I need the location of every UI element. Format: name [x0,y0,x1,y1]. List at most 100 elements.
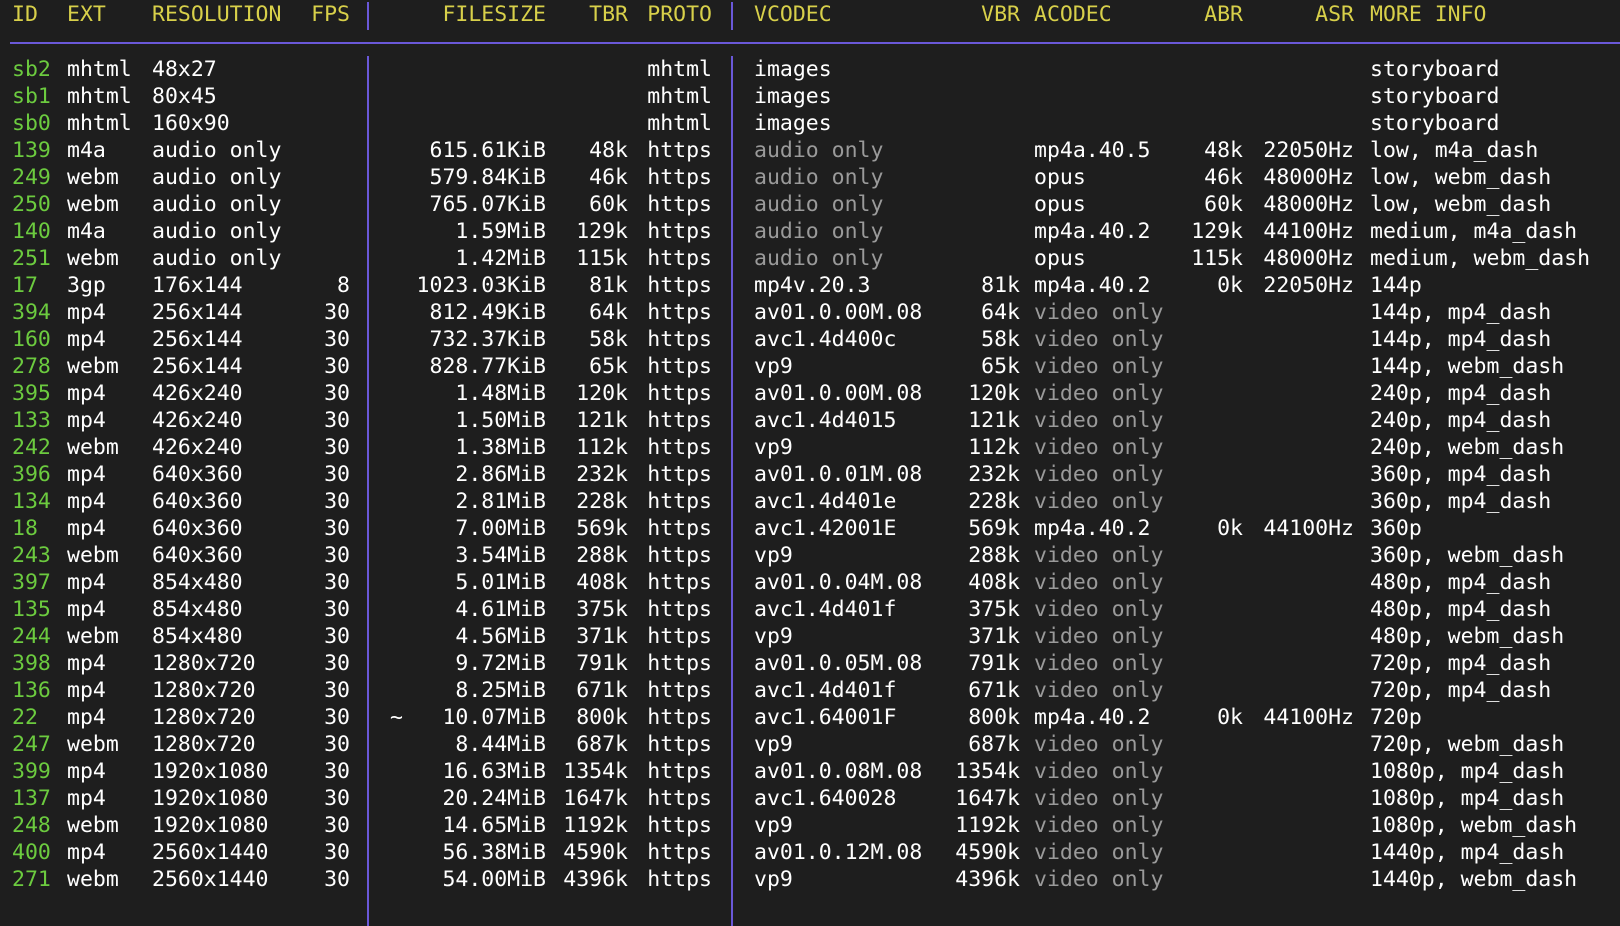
cell-ext: webm [67,732,119,757]
cell-ext: mp4 [67,327,106,352]
table-row: 134 mp4 640x360 30 2.81MiB 228k https avc1.4d40… [0,488,1620,516]
cell-abr: 115k [1191,246,1243,271]
cell-vbr: 791k [968,651,1020,676]
cell-vcodec: avc1.640028 [754,786,897,811]
cell-filesize: 8.44MiB [455,732,546,757]
cell-acodec: video only [1034,327,1164,352]
cell-vcodec: images [754,84,832,109]
cell-more-info: 240p, webm_dash [1370,435,1565,460]
table-row: 398 mp4 1280x720 30 9.72MiB 791k https av01.0.0… [0,650,1620,678]
cell-resolution: 160x90 [152,111,230,136]
cell-abr: 0k [1217,273,1243,298]
table-row: 396 mp4 640x360 30 2.86MiB 232k https av01.0.01… [0,461,1620,489]
cell-acodec: mp4a.40.2 [1034,705,1151,730]
table-row: 400 mp4 2560x1440 30 56.38MiB 4590k https av01.… [0,839,1620,867]
cell-proto: https [647,705,712,730]
cell-more-info: 720p, webm_dash [1370,732,1565,757]
cell-id: 398 [12,651,51,676]
cell-ext: 3gp [67,273,106,298]
table-row: 244 webm 854x480 30 4.56MiB 371k https vp9 371k v… [0,623,1620,651]
cell-id: 18 [12,516,38,541]
cell-acodec: video only [1034,435,1164,460]
cell-fps: 30 [324,408,350,433]
cell-ext: mp4 [67,759,106,784]
cell-proto: https [647,246,712,271]
cell-vcodec: audio only [754,138,884,163]
cell-ext: mp4 [67,462,106,487]
cell-tbr: 48k [589,138,628,163]
cell-acodec: video only [1034,678,1164,703]
cell-filesize: 9.72MiB [455,651,546,676]
cell-tbr: 120k [576,381,628,406]
cell-asr: 22050Hz [1263,138,1354,163]
cell-resolution: 1280x720 [152,705,256,730]
cell-acodec: video only [1034,462,1164,487]
cell-fps: 30 [324,381,350,406]
cell-tbr: 408k [576,570,628,595]
cell-vbr: 1192k [955,813,1020,838]
cell-id: 249 [12,165,51,190]
cell-vcodec: avc1.42001E [754,516,897,541]
cell-ext: mp4 [67,678,106,703]
cell-vbr: 4590k [955,840,1020,865]
table-row: 394 mp4 256x144 30 812.49KiB 64k https av01.0.0… [0,299,1620,327]
cell-id: sb2 [12,57,51,82]
cell-tbr: 60k [589,192,628,217]
cell-asr: 44100Hz [1263,516,1354,541]
cell-filesize: 20.24MiB [442,786,546,811]
cell-filesize: 16.63MiB [442,759,546,784]
cell-tbr: 687k [576,732,628,757]
cell-resolution: 426x240 [152,435,243,460]
cell-filesize: 1.42MiB [455,246,546,271]
cell-vbr: 64k [981,300,1020,325]
cell-ext: mp4 [67,786,106,811]
cell-vbr: 671k [968,678,1020,703]
cell-tbr: 288k [576,543,628,568]
cell-proto: https [647,273,712,298]
table-row: 137 mp4 1920x1080 30 20.24MiB 1647k https avc1.… [0,785,1620,813]
cell-proto: https [647,651,712,676]
cell-acodec: video only [1034,543,1164,568]
cell-more-info: 144p [1370,273,1422,298]
cell-acodec: video only [1034,381,1164,406]
cell-asr: 48000Hz [1263,165,1354,190]
cell-more-info: storyboard [1370,84,1500,109]
cell-tbr: 1354k [563,759,628,784]
cell-more-info: 1080p, mp4_dash [1370,786,1565,811]
cell-proto: https [647,435,712,460]
cell-vbr: 81k [981,273,1020,298]
cell-acodec: video only [1034,786,1164,811]
cell-ext: mp4 [67,840,106,865]
cell-acodec: opus [1034,165,1086,190]
cell-filesize: 5.01MiB [455,570,546,595]
cell-vcodec: av01.0.04M.08 [754,570,923,595]
cell-proto: https [647,813,712,838]
cell-more-info: 720p, mp4_dash [1370,651,1552,676]
cell-tbr: 115k [576,246,628,271]
header-resolution: RESOLUTION [152,2,282,27]
cell-vcodec: audio only [754,246,884,271]
cell-filesize: 1023.03KiB [416,273,546,298]
cell-acodec: video only [1034,840,1164,865]
cell-vbr: 228k [968,489,1020,514]
cell-vbr: 65k [981,354,1020,379]
cell-filesize: 732.37KiB [429,327,547,352]
cell-resolution: 48x27 [152,57,217,82]
cell-filesize: 4.56MiB [455,624,546,649]
cell-acodec: video only [1034,624,1164,649]
cell-proto: https [647,840,712,865]
cell-vcodec: mp4v.20.3 [754,273,871,298]
cell-proto: https [647,408,712,433]
cell-resolution: 640x360 [152,462,243,487]
table-row: 17 3gp 176x144 8 1023.03KiB 81k https mp4v.20.3… [0,272,1620,300]
cell-tbr: 112k [576,435,628,460]
cell-ext: mp4 [67,489,106,514]
table-row: sb0 mhtml 160x90 mhtml images storyboard [0,110,1620,138]
cell-fps: 30 [324,624,350,649]
cell-id: 395 [12,381,51,406]
cell-id: sb0 [12,111,51,136]
cell-proto: https [647,624,712,649]
cell-vbr: 687k [968,732,1020,757]
cell-more-info: medium, webm_dash [1370,246,1591,271]
cell-id: 399 [12,759,51,784]
